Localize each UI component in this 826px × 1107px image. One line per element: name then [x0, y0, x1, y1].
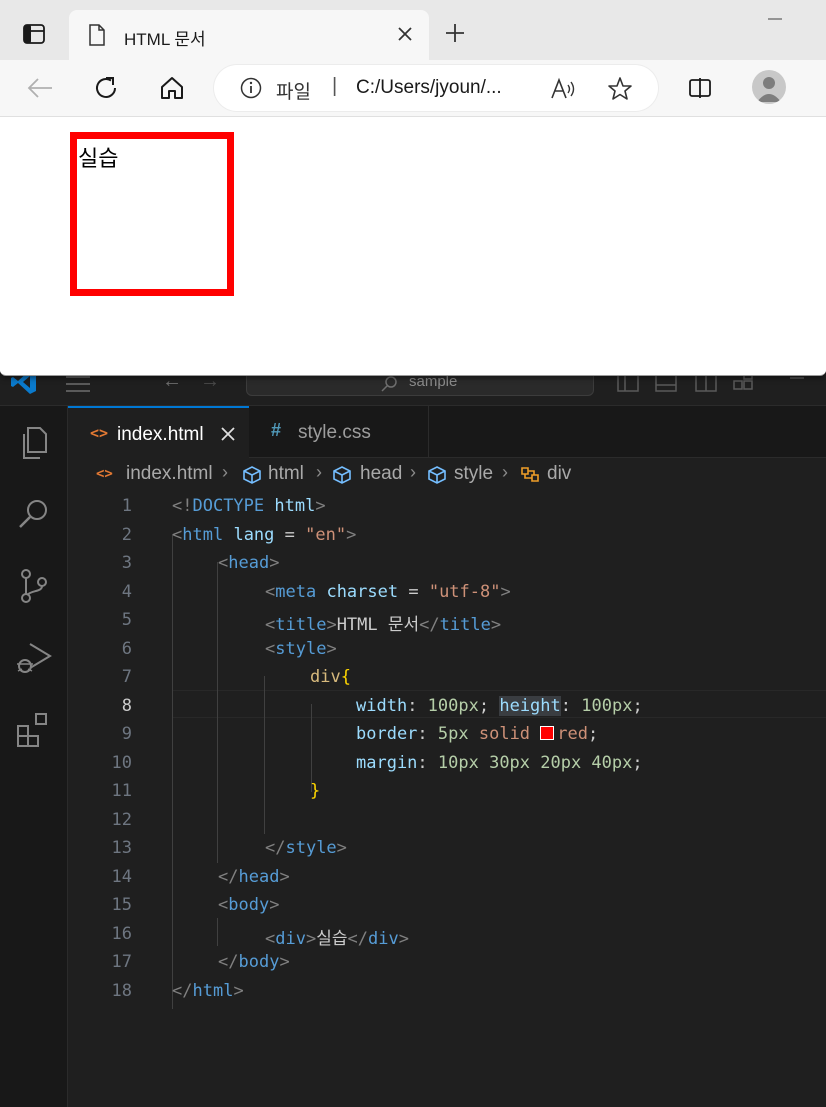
star-icon[interactable]	[607, 76, 633, 102]
line-number: 12	[111, 810, 132, 830]
breadcrumb: <> index.html › html › head › style › di…	[68, 458, 826, 492]
line-number: 16	[111, 924, 132, 944]
info-icon[interactable]	[240, 77, 262, 99]
line-number: 13	[111, 838, 132, 858]
address-bar[interactable]: 파일 | C:/Users/jyoun/...	[214, 65, 658, 111]
code-line-8: width: 100px; height: 100px;	[356, 696, 643, 716]
line-number: 15	[111, 895, 132, 915]
indent-guide	[172, 534, 173, 1009]
search-icon	[381, 376, 397, 392]
line-number: 10	[111, 753, 132, 773]
line-number: 18	[111, 981, 132, 1001]
html-file-icon: <>	[90, 424, 109, 442]
code-line-16: <div>실습</div>	[265, 929, 409, 949]
code-editor[interactable]: 1 2 3 4 5 6 7 8 9 10 11 12 13 14 15 16 1…	[68, 492, 826, 1107]
code-line-2: <html lang = "en">	[172, 525, 357, 545]
line-number: 11	[111, 781, 132, 801]
line-number: 17	[111, 952, 132, 972]
back-arrow-icon[interactable]	[26, 76, 54, 100]
code-line-14: </head>	[218, 867, 290, 887]
code-line-10: margin: 10px 30px 20px 40px;	[356, 753, 643, 773]
close-icon[interactable]	[395, 24, 415, 44]
breadcrumb-item[interactable]: div	[547, 463, 571, 485]
breadcrumb-item[interactable]: style	[454, 463, 493, 485]
chevron-right-icon: ›	[316, 462, 322, 482]
tab-label: index.html	[117, 424, 204, 445]
html-file-icon: <>	[96, 466, 113, 482]
code-line-9: border: 5px solid red;	[356, 724, 599, 744]
address-separator: |	[332, 75, 338, 97]
tab-index-html[interactable]: <> index.html	[68, 406, 249, 458]
browser-tab-strip: HTML 문서	[0, 0, 826, 60]
tab-actions-icon[interactable]	[22, 22, 46, 46]
css-hash-icon: #	[271, 420, 282, 440]
code-line-4: <meta charset = "utf-8">	[265, 582, 511, 602]
chevron-right-icon: ›	[502, 462, 508, 482]
line-number: 3	[121, 553, 132, 573]
breadcrumb-item[interactable]: head	[360, 463, 402, 485]
code-line-3: <head>	[218, 553, 280, 573]
line-number: 4	[121, 582, 132, 602]
page-viewport: 실습	[0, 117, 826, 375]
minimize-icon[interactable]	[766, 14, 784, 24]
reload-icon[interactable]	[92, 74, 120, 102]
browser-toolbar: 파일 | C:/Users/jyoun/...	[0, 60, 826, 117]
indent-guide	[217, 562, 218, 863]
code-line-6: <style>	[265, 639, 337, 659]
breadcrumb-item[interactable]: html	[268, 463, 304, 485]
tab-style-css[interactable]: # style.css	[249, 406, 429, 458]
url-text[interactable]: C:/Users/jyoun/...	[356, 77, 502, 99]
line-number: 14	[111, 867, 132, 887]
source-control-icon[interactable]	[14, 566, 54, 606]
color-swatch-icon[interactable]	[540, 726, 555, 740]
browser-window: HTML 문서 파일 | C:/Users/jyoun/... 실습	[0, 0, 826, 376]
selector-icon	[521, 467, 539, 482]
line-number: 1	[121, 496, 132, 516]
breadcrumb-item[interactable]: index.html	[126, 463, 213, 485]
read-aloud-icon[interactable]	[550, 77, 576, 101]
avatar	[757, 77, 781, 102]
tab-label: style.css	[298, 422, 371, 443]
home-icon[interactable]	[158, 74, 186, 102]
chevron-right-icon: ›	[222, 462, 228, 482]
indent-guide	[217, 918, 218, 946]
line-number: 2	[121, 525, 132, 545]
indent-guide	[264, 676, 265, 834]
red-border-box: 실습	[70, 132, 234, 296]
menu-icon[interactable]	[64, 374, 92, 394]
line-number: 9	[121, 724, 132, 744]
line-number: 5	[121, 610, 132, 630]
code-line-5: <title>HTML 문서</title>	[265, 615, 502, 635]
run-debug-icon[interactable]	[14, 638, 54, 678]
code-line-15: <body>	[218, 895, 280, 915]
line-number-active: 8	[121, 696, 132, 716]
tab-title: HTML 문서	[124, 30, 206, 49]
code-line-13: </style>	[265, 838, 347, 858]
box-text: 실습	[78, 147, 119, 172]
activity-bar	[0, 406, 68, 1107]
line-number: 6	[121, 639, 132, 659]
cube-icon	[428, 466, 446, 484]
code-line-18: </html>	[172, 981, 244, 1001]
indent-guide	[311, 704, 312, 792]
code-line-1: <!DOCTYPE html>	[172, 496, 326, 516]
profile-icon[interactable]	[752, 70, 786, 104]
line-number: 7	[121, 667, 132, 687]
editor-tabs: <> index.html # style.css	[68, 406, 826, 458]
code-line-11: }	[310, 781, 321, 801]
search-icon[interactable]	[14, 494, 54, 534]
split-screen-icon[interactable]	[688, 76, 712, 100]
close-icon[interactable]	[220, 426, 236, 442]
extensions-icon[interactable]	[14, 710, 54, 750]
browser-tab-active[interactable]: HTML 문서	[69, 10, 429, 60]
plus-icon[interactable]	[444, 22, 466, 44]
explorer-icon[interactable]	[14, 422, 54, 462]
chevron-right-icon: ›	[410, 462, 416, 482]
code-line-7: div{	[310, 667, 351, 687]
code-line-17: </body>	[218, 952, 290, 972]
page-icon	[89, 24, 105, 46]
cube-icon	[243, 466, 261, 484]
cube-icon	[333, 466, 351, 484]
site-info-label: 파일	[276, 82, 311, 103]
